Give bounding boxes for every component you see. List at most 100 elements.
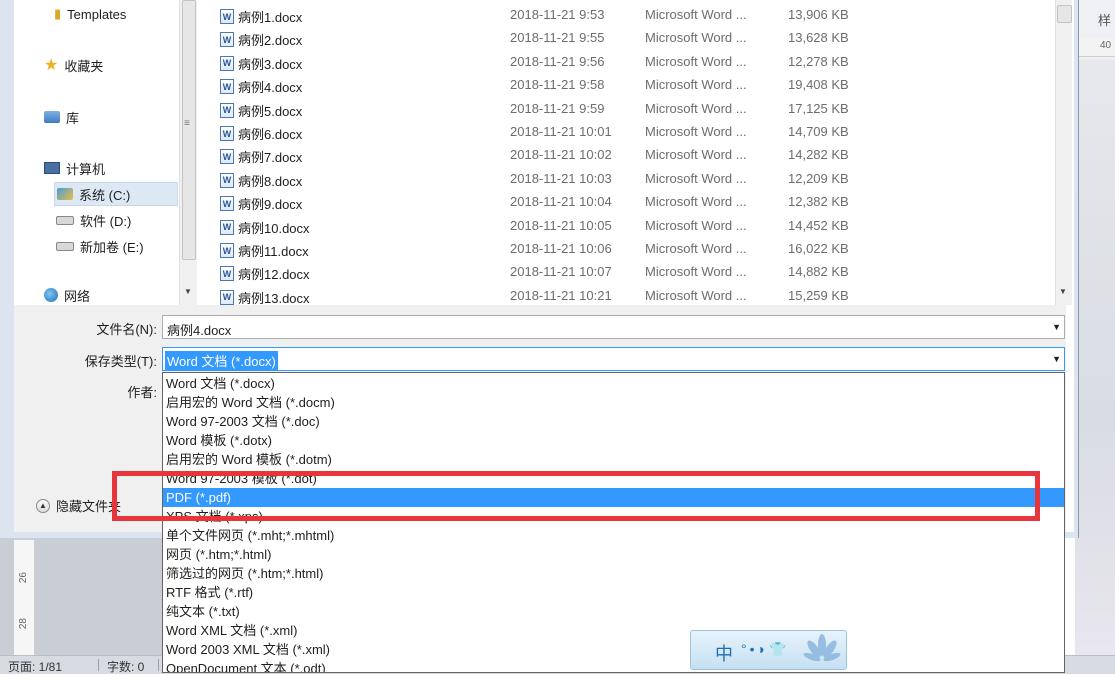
nav-scrollbar[interactable]: ≡ ▼ <box>179 0 197 305</box>
filename-input[interactable]: 病例4.docx ▼ <box>162 315 1065 339</box>
file-size: 17,125 KB <box>788 100 849 116</box>
nav-item-network[interactable]: 网络 <box>44 284 90 306</box>
file-size: 12,209 KB <box>788 170 849 186</box>
file-row[interactable]: W 病例11.docx 2018-11-21 10:06 Microsoft Word… <box>200 237 1055 260</box>
savetype-option[interactable]: XPS 文档 (*.xps) <box>163 507 1064 526</box>
savetype-option[interactable]: 启用宏的 Word 模板 (*.dotm) <box>163 450 1064 469</box>
hide-folders-label: 隐藏文件夹 <box>56 499 122 514</box>
file-name-cell[interactable]: W 病例4.docx <box>220 77 302 96</box>
savetype-option[interactable]: OpenDocument 文本 (*.odt) <box>163 659 1064 672</box>
file-name: 病例9.docx <box>238 197 303 213</box>
chevron-down-icon[interactable]: ▼ <box>1052 322 1061 332</box>
nav-item-drive-d[interactable]: 软件 (D:) <box>56 209 131 231</box>
savetype-option[interactable]: 启用宏的 Word 文档 (*.docm) <box>163 393 1064 412</box>
drive-c-icon <box>57 188 73 200</box>
nav-item-label: 系统 (C:) <box>79 187 131 203</box>
ime-mode-label[interactable]: 中 <box>715 640 733 666</box>
savetype-option[interactable]: 筛选过的网页 (*.htm;*.html) <box>163 564 1064 583</box>
nav-item-library[interactable]: 库 <box>44 106 79 128</box>
file-name-cell[interactable]: W 病例11.docx <box>220 241 309 260</box>
file-row[interactable]: W 病例4.docx 2018-11-21 9:58 Microsoft Word .… <box>200 73 1055 96</box>
page-count[interactable]: 页面: 1/81 <box>8 658 62 675</box>
file-type: Microsoft Word ... <box>645 241 747 256</box>
file-row[interactable]: W 病例3.docx 2018-11-21 9:56 Microsoft Word .… <box>200 50 1055 73</box>
ribbon-style-label[interactable]: 样 <box>1098 10 1111 29</box>
file-name-cell[interactable]: W 病例2.docx <box>220 30 302 49</box>
scroll-thumb[interactable] <box>182 0 196 260</box>
file-type: Microsoft Word ... <box>645 217 747 233</box>
vertical-ruler: 26 28 <box>14 540 35 655</box>
word-doc-icon: W <box>220 196 234 212</box>
scroll-down-icon[interactable]: ▼ <box>184 287 192 296</box>
ime-tools-icons[interactable]: °•◗👕 <box>741 641 789 658</box>
star-icon: ★ <box>44 57 59 74</box>
filename-label: 文件名(N): <box>96 322 157 337</box>
nav-item-label: Templates <box>67 6 127 22</box>
savetype-option[interactable]: 网页 (*.htm;*.html) <box>163 545 1064 564</box>
file-row[interactable]: W 病例12.docx 2018-11-21 10:07 Microsoft Word… <box>200 260 1055 283</box>
file-row[interactable]: W 病例6.docx 2018-11-21 10:01 Microsoft Word … <box>200 120 1055 143</box>
navigation-pane: ▮ Templates ★ 收藏夹 库 计算机 系统 (C:) 软件 (D:) … <box>14 0 179 305</box>
savetype-option[interactable]: Word 文档 (*.docx) <box>163 374 1064 393</box>
file-name-cell[interactable]: W 病例6.docx <box>220 124 302 143</box>
word-count[interactable]: 字数: 0 <box>107 658 144 675</box>
word-doc-icon: W <box>220 102 234 118</box>
file-name-cell[interactable]: W 病例8.docx <box>220 171 302 190</box>
computer-icon <box>44 162 60 174</box>
file-row[interactable]: W 病例9.docx 2018-11-21 10:04 Microsoft Word … <box>200 190 1055 213</box>
nav-item-computer[interactable]: 计算机 <box>44 157 105 179</box>
file-row[interactable]: W 病例10.docx 2018-11-21 10:05 Microsoft Word… <box>200 214 1055 237</box>
nav-item-favorites[interactable]: ★ 收藏夹 <box>44 54 103 76</box>
file-row[interactable]: W 病例13.docx 2018-11-21 10:21 Microsoft Word… <box>200 284 1055 307</box>
savetype-option[interactable]: Word 97-2003 文档 (*.doc) <box>163 412 1064 431</box>
scroll-thumb[interactable] <box>1057 5 1072 23</box>
savetype-option[interactable]: Word 模板 (*.dotx) <box>163 431 1064 450</box>
savetype-option[interactable]: RTF 格式 (*.rtf) <box>163 583 1064 602</box>
savetype-option[interactable]: Word 97-2003 模板 (*.dot) <box>163 469 1064 488</box>
ruler-mark: 26 <box>18 572 29 584</box>
file-name-cell[interactable]: W 病例9.docx <box>220 194 302 213</box>
file-name-cell[interactable]: W 病例1.docx <box>220 7 302 26</box>
file-name-cell[interactable]: W 病例7.docx <box>220 147 302 166</box>
savetype-option[interactable]: 单个文件网页 (*.mht;*.mhtml) <box>163 526 1064 545</box>
savetype-option[interactable]: PDF (*.pdf) <box>163 488 1064 507</box>
file-row[interactable]: W 病例1.docx 2018-11-21 9:53 Microsoft Word .… <box>200 3 1055 26</box>
file-date: 2018-11-21 10:07 <box>510 264 612 280</box>
chevron-down-icon[interactable]: ▼ <box>1052 354 1061 364</box>
file-name: 病例10.docx <box>238 220 310 236</box>
file-type: Microsoft Word ... <box>645 170 747 186</box>
nav-item-label: 库 <box>66 110 80 126</box>
file-row[interactable]: W 病例2.docx 2018-11-21 9:55 Microsoft Word .… <box>200 26 1055 49</box>
savetype-select[interactable]: Word 文档 (*.docx) ▼ <box>162 347 1065 371</box>
file-row[interactable]: W 病例5.docx 2018-11-21 9:59 Microsoft Word .… <box>200 97 1055 120</box>
file-row[interactable]: W 病例8.docx 2018-11-21 10:03 Microsoft Word … <box>200 167 1055 190</box>
file-size: 16,022 KB <box>788 241 849 256</box>
file-list: W 病例1.docx 2018-11-21 9:53 Microsoft Word .… <box>200 0 1055 307</box>
word-doc-icon: W <box>220 289 234 305</box>
file-name-cell[interactable]: W 病例13.docx <box>220 288 310 307</box>
hide-folders-toggle[interactable]: ▲ 隐藏文件夹 <box>36 496 121 515</box>
file-size: 12,278 KB <box>788 53 849 69</box>
flower-icon <box>803 634 841 662</box>
file-name-cell[interactable]: W 病例12.docx <box>220 264 310 283</box>
file-size: 14,882 KB <box>788 264 849 280</box>
savetype-dropdown-list[interactable]: Word 文档 (*.docx) 启用宏的 Word 文档 (*.docm) Wor… <box>162 372 1065 673</box>
nav-item-drive-e[interactable]: 新加卷 (E:) <box>56 235 144 257</box>
file-name: 病例12.docx <box>238 267 310 283</box>
file-row[interactable]: W 病例7.docx 2018-11-21 10:02 Microsoft Word … <box>200 143 1055 166</box>
file-name-cell[interactable]: W 病例5.docx <box>220 101 302 120</box>
file-type: Microsoft Word ... <box>645 7 747 22</box>
savetype-option[interactable]: Word XML 文档 (*.xml) <box>163 621 1064 640</box>
savetype-option[interactable]: 纯文本 (*.txt) <box>163 602 1064 621</box>
file-size: 13,906 KB <box>788 7 849 22</box>
savetype-option[interactable]: Word 2003 XML 文档 (*.xml) <box>163 640 1064 659</box>
nav-item-drive-c[interactable]: 系统 (C:) <box>54 182 178 206</box>
file-date: 2018-11-21 9:53 <box>510 7 605 22</box>
file-name-cell[interactable]: W 病例3.docx <box>220 54 302 73</box>
file-name-cell[interactable]: W 病例10.docx <box>220 218 310 237</box>
nav-item-templates[interactable]: ▮ Templates <box>54 3 126 25</box>
file-list-scrollbar[interactable]: ▼ <box>1055 0 1072 305</box>
word-doc-icon: W <box>220 55 234 71</box>
scroll-down-icon[interactable]: ▼ <box>1059 287 1067 296</box>
ime-toolbar[interactable]: 中 °•◗👕 <box>690 630 847 670</box>
